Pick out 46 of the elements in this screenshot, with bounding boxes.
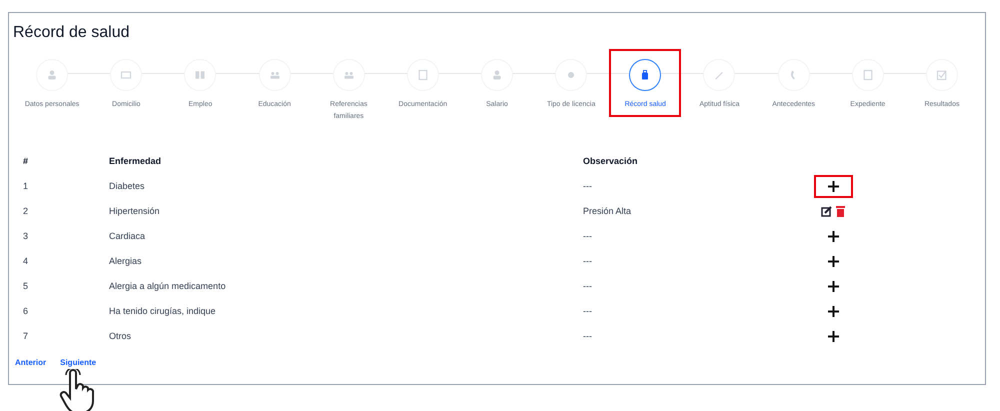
table-cell-text: 3 — [22, 230, 30, 243]
table-cell-text: --- — [583, 330, 593, 343]
person-icon — [491, 69, 504, 81]
column-header: Enfermedad — [109, 154, 162, 168]
columns-icon — [194, 69, 206, 81]
table-cell-text: Otros — [109, 330, 132, 343]
table-cell-text: 4 — [22, 254, 30, 268]
table-cell-text: --- — [583, 180, 593, 193]
table-cell-text: 7 — [22, 330, 30, 343]
table-cell-text: 1 — [22, 180, 30, 193]
checkbox-icon — [936, 69, 948, 81]
group-icon — [342, 69, 355, 81]
nav-link[interactable]: Anterior — [15, 357, 46, 369]
trash-icon[interactable] — [836, 206, 845, 217]
table-cell-text: Ha tenido cirugías, indique — [109, 304, 217, 318]
pencil-icon — [713, 69, 726, 81]
table-cell-text: Diabetes — [109, 180, 146, 193]
document-icon — [416, 69, 429, 81]
table-cell-text: 5 — [22, 280, 30, 293]
table-cell-text: Cardiaca — [109, 230, 146, 243]
table-cell-text: --- — [583, 254, 593, 268]
card-icon — [120, 69, 132, 81]
edit-icon[interactable] — [821, 206, 832, 217]
column-header: Observación — [583, 154, 639, 168]
plus-icon — [828, 281, 838, 292]
column-header: # — [22, 154, 30, 168]
table-cell-text: Presión Alta — [583, 204, 632, 218]
plus-icon — [828, 256, 838, 267]
table-cell-text: --- — [583, 280, 593, 293]
nav-link[interactable]: Siguiente — [60, 357, 96, 369]
document-icon — [862, 69, 874, 81]
table-cell-text: Alergia a algún medicamento — [109, 280, 227, 293]
table-cell-text: Hipertensión — [109, 204, 161, 218]
table-cell-text: --- — [583, 230, 593, 243]
plus-icon — [828, 181, 838, 192]
page-title: Récord de salud — [12, 23, 131, 43]
table-cell-text: Alergias — [109, 254, 143, 268]
table-cell-text: 2 — [22, 204, 30, 218]
table-cell-text: --- — [583, 304, 593, 318]
add-button[interactable] — [814, 175, 852, 198]
person-icon — [46, 69, 58, 81]
plus-icon — [828, 231, 838, 242]
plus-icon — [828, 331, 838, 342]
group-icon — [268, 69, 281, 81]
table-cell-text: 6 — [22, 304, 30, 318]
plus-icon — [828, 306, 838, 317]
